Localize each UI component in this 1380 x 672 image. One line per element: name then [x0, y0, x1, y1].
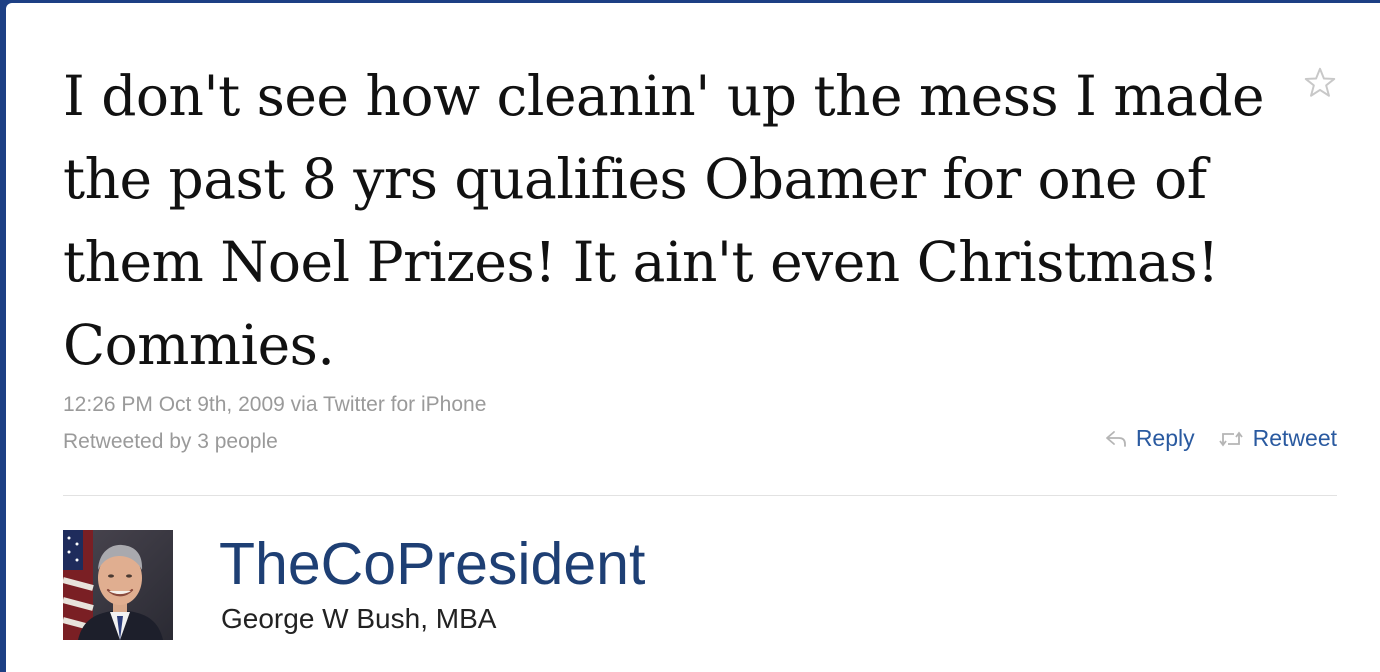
tweet-text: I don't see how cleanin' up the mess I m… [63, 64, 1265, 377]
tweet-card: I don't see how cleanin' up the mess I m… [6, 3, 1380, 672]
reply-arrow-icon [1105, 430, 1126, 447]
retweeted-by[interactable]: Retweeted by 3 people [63, 430, 278, 454]
divider [63, 495, 1337, 496]
retweet-button[interactable]: Retweet [1217, 425, 1337, 452]
profile-photo [63, 530, 173, 640]
retweet-arrows-icon [1218, 431, 1243, 446]
tweet-meta: 12:26 PM Oct 9th, 2009 via Twitter for i… [63, 393, 486, 417]
tweet-actions: Reply Retweet [1104, 425, 1337, 452]
via-label: via [290, 393, 318, 416]
reply-button[interactable]: Reply [1104, 425, 1195, 452]
star-outline-icon[interactable] [1302, 65, 1338, 101]
reply-label: Reply [1135, 425, 1195, 451]
avatar[interactable] [63, 530, 173, 640]
screen-name-link[interactable]: TheCoPresident [219, 531, 645, 597]
full-name: George W Bush, MBA [221, 603, 497, 634]
source-link[interactable]: Twitter for iPhone [323, 393, 486, 416]
retweet-label: Retweet [1252, 425, 1337, 451]
timestamp-link[interactable]: 12:26 PM Oct 9th, 2009 [63, 393, 285, 416]
